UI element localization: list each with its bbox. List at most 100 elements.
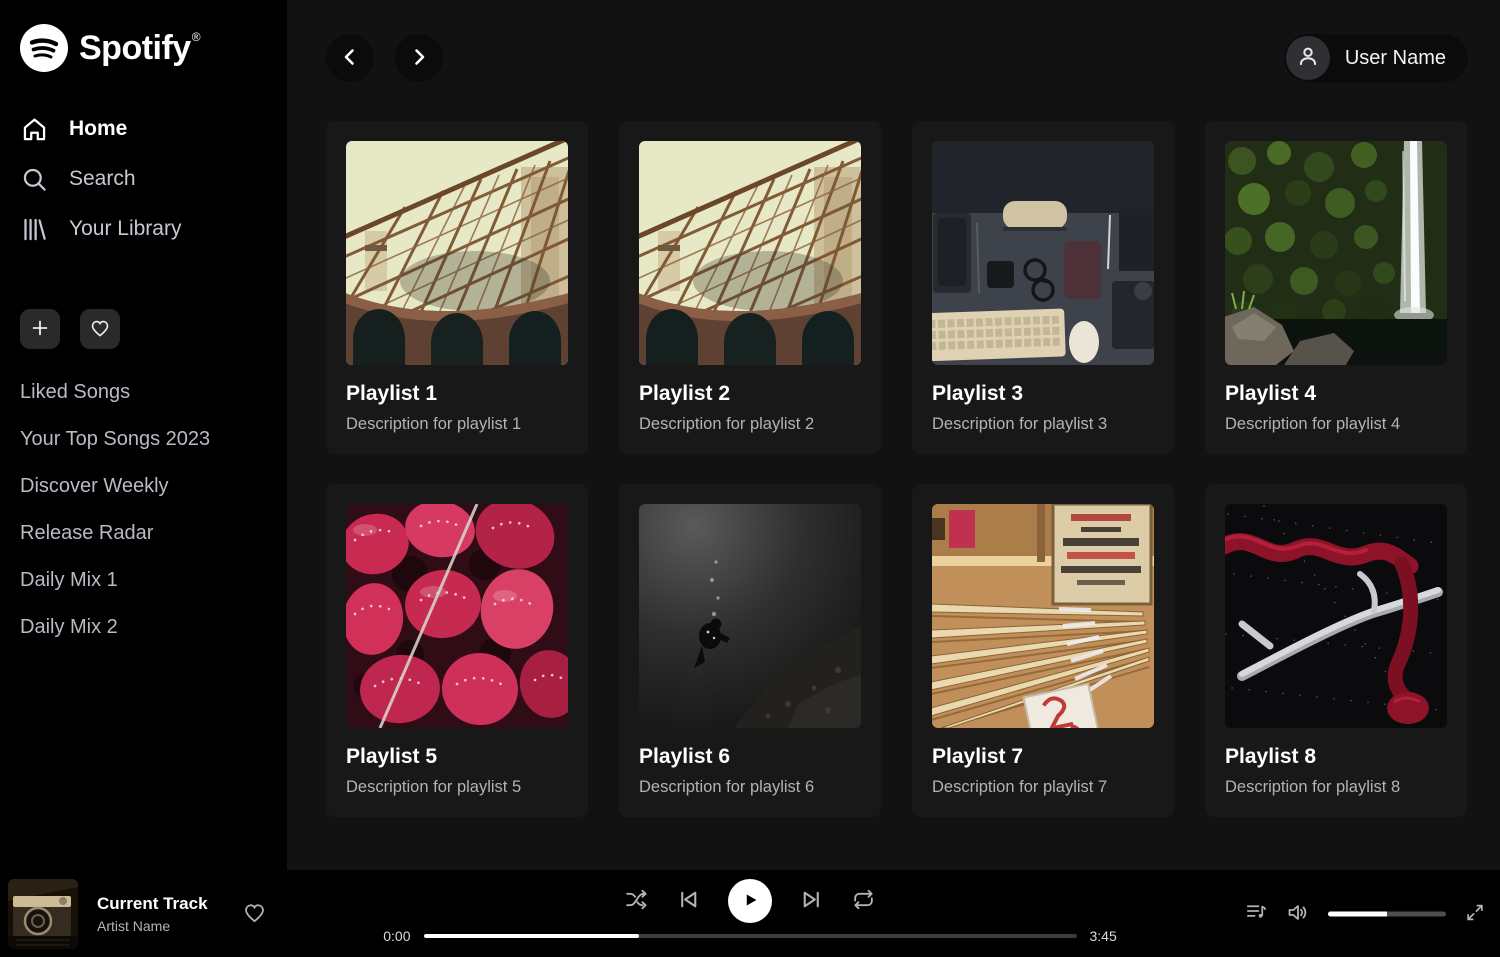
sidebar-playlist-link[interactable]: Your Top Songs 2023	[20, 428, 210, 450]
chevron-right-icon	[407, 45, 431, 72]
list-item: Release Radar	[20, 510, 269, 557]
progress-section: 0:00 3:45	[373, 928, 1128, 944]
plus-icon	[29, 317, 51, 342]
library-icon	[20, 215, 48, 243]
forward-button[interactable]	[395, 34, 443, 82]
volume-icon	[1286, 900, 1310, 927]
sidebar-actions	[20, 309, 269, 349]
playlist-description: Description for playlist 3	[932, 415, 1154, 434]
progress-fill	[424, 934, 639, 938]
sidebar-playlist-link[interactable]: Discover Weekly	[20, 475, 169, 497]
list-item: Daily Mix 2	[20, 604, 269, 651]
list-item: Liked Songs	[20, 369, 269, 416]
playlist-cover-image	[1225, 504, 1447, 728]
sidebar-playlist-link[interactable]: Daily Mix 1	[20, 569, 118, 591]
playlist-title[interactable]: Playlist 5	[346, 745, 568, 769]
album-art	[8, 879, 78, 949]
previous-button[interactable]	[676, 887, 701, 915]
list-item: Your Top Songs 2023	[20, 416, 269, 463]
play-button[interactable]	[728, 879, 772, 923]
avatar	[1286, 36, 1330, 80]
playlist-title[interactable]: Playlist 6	[639, 745, 861, 769]
sidebar-item-label: Home	[69, 117, 127, 141]
sidebar-playlist-link[interactable]: Daily Mix 2	[20, 616, 118, 638]
queue-button[interactable]	[1245, 901, 1268, 927]
playlist-title[interactable]: Playlist 4	[1225, 382, 1447, 406]
search-icon	[20, 165, 48, 193]
chevron-left-icon	[338, 45, 362, 72]
playlist-card[interactable]: Playlist 4 Description for playlist 4	[1205, 121, 1467, 454]
list-item: Discover Weekly	[20, 463, 269, 510]
playlist-card[interactable]: Playlist 7 Description for playlist 7	[912, 484, 1174, 817]
elapsed-time: 0:00	[373, 928, 411, 944]
player-bar: Current Track Artist Name	[0, 870, 1500, 957]
track-artist: Artist Name	[97, 918, 208, 934]
sidebar-item-home[interactable]: Home	[20, 104, 269, 154]
player-options	[1245, 900, 1486, 927]
sidebar-playlist-link[interactable]: Release Radar	[20, 522, 153, 544]
sidebar-item-search[interactable]: Search	[20, 154, 269, 204]
user-menu[interactable]: User Name	[1284, 34, 1468, 82]
playlist-card[interactable]: Playlist 6 Description for playlist 6	[619, 484, 881, 817]
sidebar-playlists: Liked Songs Your Top Songs 2023 Discover…	[20, 369, 269, 651]
playlist-card[interactable]: Playlist 8 Description for playlist 8	[1205, 484, 1467, 817]
playlist-cover-image	[346, 141, 568, 365]
next-button[interactable]	[799, 887, 824, 915]
spotify-logo-text: Spotify®	[79, 24, 200, 72]
playlist-card[interactable]: Playlist 2 Description for playlist 2	[619, 121, 881, 454]
playlist-cover-image	[1225, 141, 1447, 365]
fullscreen-button[interactable]	[1464, 901, 1486, 926]
spotify-logo-icon	[20, 24, 68, 72]
list-item: Daily Mix 1	[20, 557, 269, 604]
like-track-button[interactable]	[242, 900, 267, 928]
create-playlist-button[interactable]	[20, 309, 60, 349]
playlist-card[interactable]: Playlist 3 Description for playlist 3	[912, 121, 1174, 454]
liked-songs-button[interactable]	[80, 309, 120, 349]
playlist-card[interactable]: Playlist 5 Description for playlist 5	[326, 484, 588, 817]
registered-mark: ®	[192, 30, 201, 44]
now-playing: Current Track Artist Name	[8, 879, 267, 949]
fullscreen-icon	[1464, 901, 1486, 926]
sidebar-item-label: Your Library	[69, 217, 181, 241]
playlist-cover-image	[346, 504, 568, 728]
sidebar-item-label: Search	[69, 167, 136, 191]
heart-icon	[242, 913, 267, 928]
primary-nav: Home Search Your Library	[20, 104, 269, 254]
playlist-title[interactable]: Playlist 3	[932, 382, 1154, 406]
spotify-logo: Spotify®	[20, 24, 269, 72]
heart-icon	[89, 317, 111, 342]
shuffle-button[interactable]	[624, 887, 649, 915]
playlist-cover-image	[639, 141, 861, 365]
skip-back-icon	[676, 887, 701, 915]
home-icon	[20, 115, 48, 143]
playlist-grid: Playlist 1 Description for playlist 1 Pl…	[326, 121, 1468, 817]
playlist-title[interactable]: Playlist 2	[639, 382, 861, 406]
shuffle-icon	[624, 887, 649, 915]
queue-icon	[1245, 901, 1268, 927]
playlist-description: Description for playlist 1	[346, 415, 568, 434]
volume-button[interactable]	[1286, 900, 1310, 927]
back-button[interactable]	[326, 34, 374, 82]
track-title: Current Track	[97, 894, 208, 914]
playlist-title[interactable]: Playlist 8	[1225, 745, 1447, 769]
playlist-card[interactable]: Playlist 1 Description for playlist 1	[326, 121, 588, 454]
volume-slider[interactable]	[1328, 911, 1446, 916]
main-content: User Name Playlist 1 Description for pla…	[287, 0, 1500, 870]
transport-controls	[624, 879, 876, 923]
playlist-description: Description for playlist 2	[639, 415, 861, 434]
repeat-button[interactable]	[851, 887, 876, 915]
playlist-cover-image	[639, 504, 861, 728]
progress-bar[interactable]	[424, 934, 1077, 938]
user-icon	[1295, 43, 1321, 74]
history-nav	[326, 34, 443, 82]
sidebar-item-library[interactable]: Your Library	[20, 204, 269, 254]
playlist-description: Description for playlist 5	[346, 778, 568, 797]
playlist-title[interactable]: Playlist 7	[932, 745, 1154, 769]
playlist-cover-image	[932, 504, 1154, 728]
playlist-description: Description for playlist 6	[639, 778, 861, 797]
sidebar-playlist-link[interactable]: Liked Songs	[20, 381, 130, 403]
playlist-title[interactable]: Playlist 1	[346, 382, 568, 406]
playlist-description: Description for playlist 7	[932, 778, 1154, 797]
topbar: User Name	[326, 34, 1468, 82]
playlist-description: Description for playlist 8	[1225, 778, 1447, 797]
